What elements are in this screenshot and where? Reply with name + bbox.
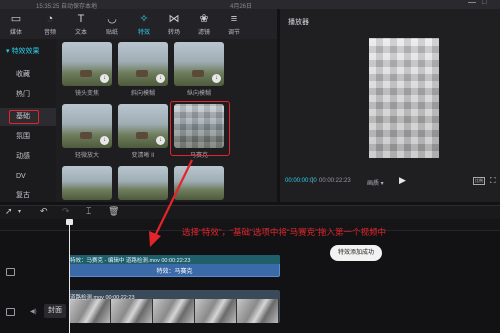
annotation-arrow — [149, 159, 193, 247]
effect-clip-label: 特效：马赛克 — [156, 269, 193, 275]
track-visibility-icon[interactable] — [6, 308, 15, 316]
video-clip-info: 道路检测.mov 00:00:22:23 — [70, 295, 135, 301]
video-thumbnail — [153, 299, 195, 323]
cover-button[interactable]: 封面 — [44, 304, 66, 318]
success-toast: 特效添加成功 — [330, 245, 382, 261]
video-thumbnail — [195, 299, 237, 323]
track-visibility-icon[interactable] — [6, 268, 15, 276]
playhead[interactable] — [69, 219, 70, 333]
video-thumbnail — [111, 299, 153, 323]
effect-clip-info: 特效：马赛克 - 编辑中 道路检测.mov 00:00:22:23 — [70, 258, 191, 264]
audio-mute-icon[interactable]: ◀) — [30, 308, 37, 315]
video-thumbnail — [237, 299, 279, 323]
video-thumbnail — [69, 299, 111, 323]
